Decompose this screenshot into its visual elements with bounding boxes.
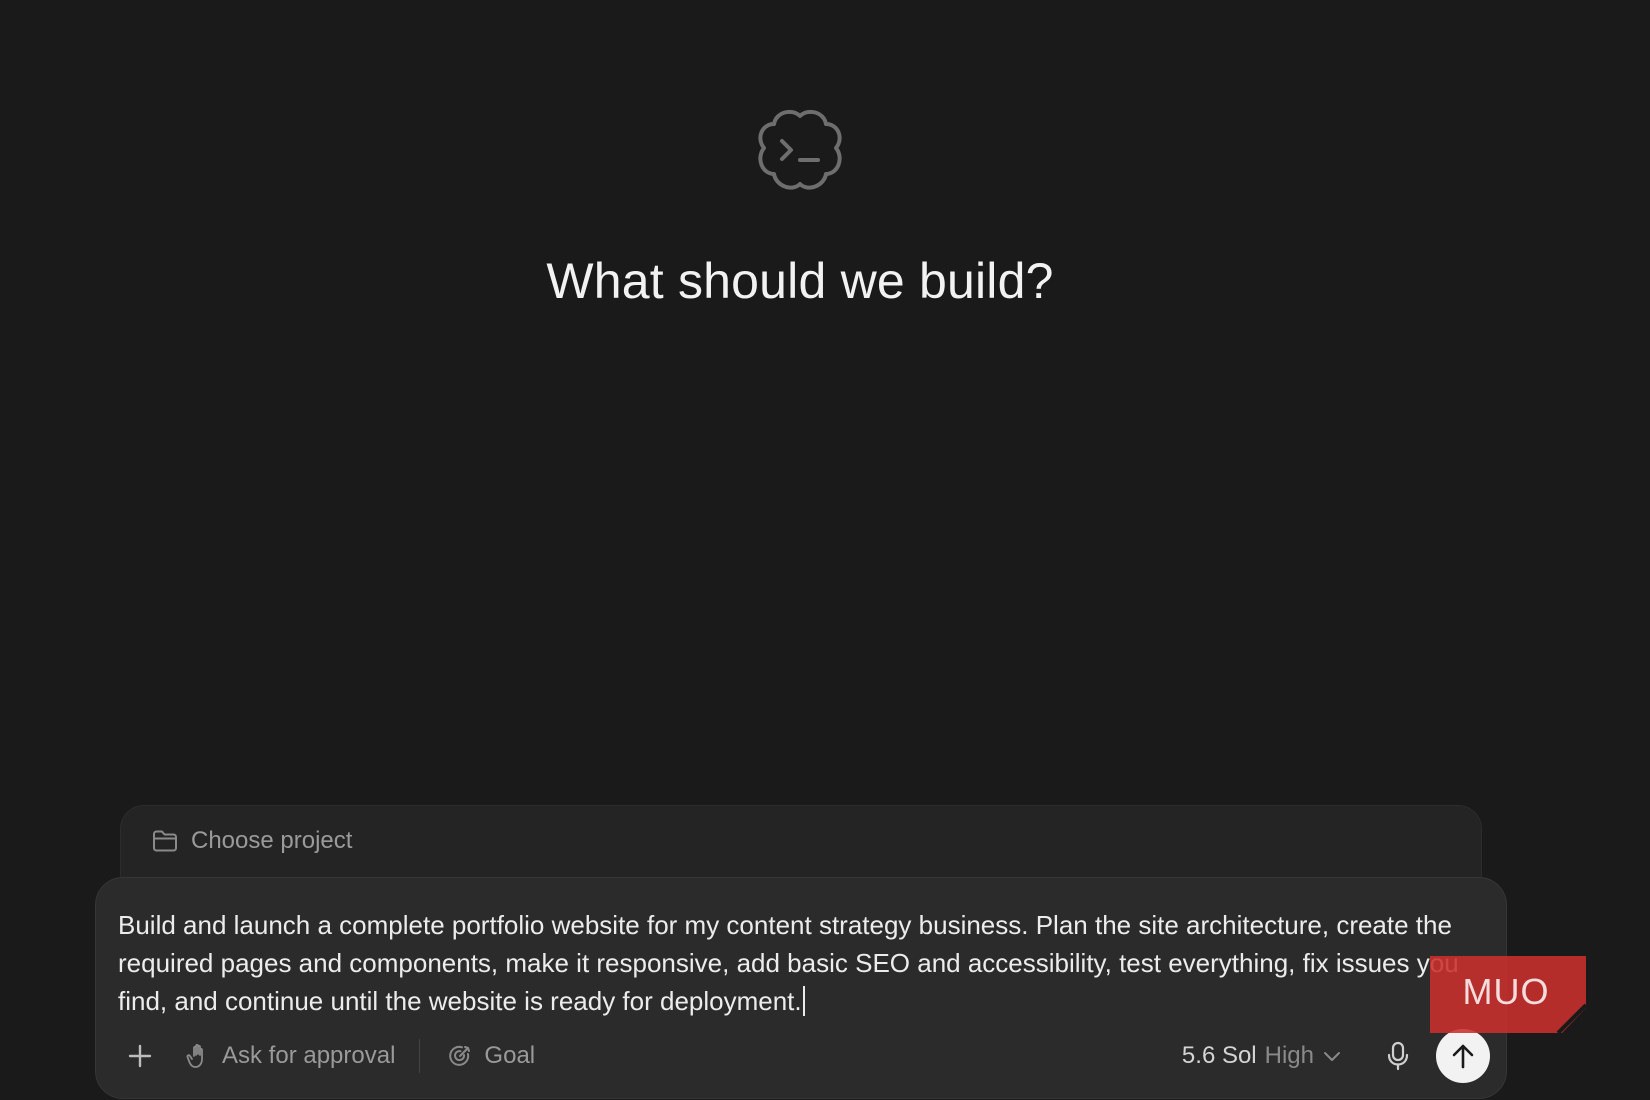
goal-label: Goal xyxy=(484,1042,536,1069)
plus-icon xyxy=(128,1044,152,1068)
terminal-cloud-logo-icon xyxy=(758,109,842,190)
ask-for-approval-button[interactable]: Ask for approval xyxy=(186,1042,395,1070)
model-effort: High xyxy=(1264,1042,1314,1069)
add-attachment-button[interactable] xyxy=(120,1036,160,1076)
prompt-input-text: Build and launch a complete portfolio we… xyxy=(118,910,1459,1016)
hand-icon xyxy=(186,1043,203,1068)
ask-for-approval-label: Ask for approval xyxy=(222,1042,396,1069)
text-caret xyxy=(802,986,805,1016)
watermark-text: MUO xyxy=(1463,971,1550,1012)
muo-watermark-logo: MUO xyxy=(1430,956,1586,1033)
send-button[interactable] xyxy=(1436,1029,1490,1083)
page-title: What should we build? xyxy=(546,253,1054,309)
arrow-up-icon xyxy=(1452,1044,1474,1069)
chevron-down-icon xyxy=(1324,1052,1340,1061)
prompt-input[interactable]: Build and launch a complete portfolio we… xyxy=(118,906,1488,1020)
composer-toolbar: Ask for approval Goal 5.6 Sol High xyxy=(118,1028,1490,1084)
prompt-composer: Build and launch a complete portfolio we… xyxy=(95,877,1507,1099)
goal-button[interactable]: Goal xyxy=(446,1042,535,1070)
microphone-icon xyxy=(1387,1041,1409,1071)
model-name: 5.6 Sol xyxy=(1181,1042,1257,1069)
model-selector[interactable]: 5.6 Sol High xyxy=(1182,1042,1342,1070)
toolbar-divider xyxy=(419,1039,421,1073)
goal-target-icon xyxy=(449,1045,471,1066)
choose-project-button[interactable]: Choose project xyxy=(151,827,352,855)
folder-icon xyxy=(153,830,177,852)
choose-project-label: Choose project xyxy=(191,827,353,854)
app-page: What should we build? Choose project Bui… xyxy=(0,0,1650,1100)
voice-input-button[interactable] xyxy=(1378,1036,1418,1076)
